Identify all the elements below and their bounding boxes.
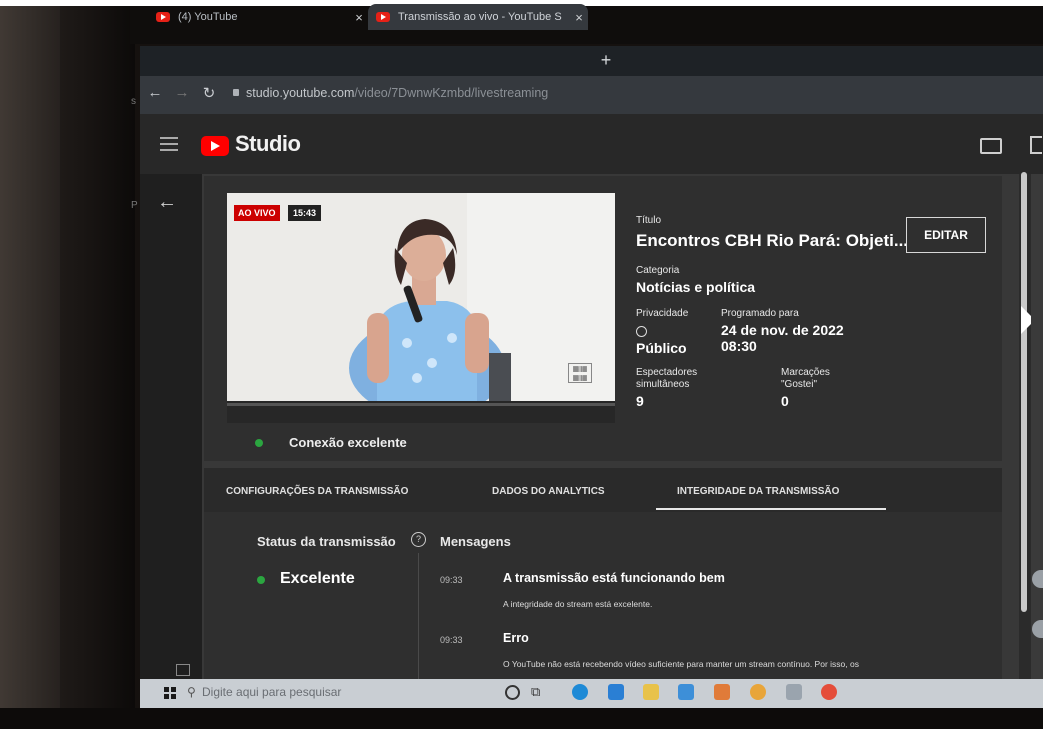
video-frame-illustration <box>227 193 615 401</box>
viewers-value: 9 <box>636 393 644 409</box>
taskbar-search-input[interactable]: Digite aqui para pesquisar <box>202 685 341 699</box>
category-label: Categoria <box>636 265 680 276</box>
feedback-icon[interactable] <box>1030 136 1042 154</box>
edge-letter: s <box>131 96 136 107</box>
browser-tab-youtube[interactable]: (4) YouTube × <box>148 4 368 30</box>
reload-icon[interactable]: ↻ <box>200 84 218 102</box>
tab-stream-health[interactable]: INTEGRIDADE DA TRANSMISSÃO <box>677 486 839 497</box>
youtube-icon <box>156 12 170 22</box>
left-sidebar <box>140 174 202 679</box>
status-value: Excelente <box>280 570 355 587</box>
edit-button[interactable]: EDITAR <box>906 217 986 253</box>
message-time: 09:33 <box>440 635 463 645</box>
messages-title: Mensagens <box>440 534 511 549</box>
url-path: /video/7DwnwKzmbd/livestreaming <box>354 86 549 100</box>
likes-label: Marcações <box>781 367 830 378</box>
message-body: O YouTube não está recebendo vídeo sufic… <box>503 659 859 669</box>
mail-icon[interactable] <box>678 684 694 700</box>
live-elapsed-time: 15:43 <box>288 205 322 221</box>
back-arrow-icon[interactable]: ← <box>146 84 164 101</box>
scheduled-time: 08:30 <box>721 338 757 354</box>
forward-arrow-icon[interactable]: → <box>173 84 191 101</box>
status-title: Status da transmissão <box>257 534 396 549</box>
viewers-label-2: simultâneos <box>636 379 690 390</box>
close-icon[interactable]: × <box>570 10 588 25</box>
privacy-value: Público <box>636 340 687 356</box>
youtube-logo-icon[interactable] <box>201 136 229 156</box>
connection-status-dot <box>255 439 263 447</box>
cortana-icon[interactable] <box>505 685 520 700</box>
background-shadow <box>0 6 60 729</box>
live-badge: AO VIVO <box>234 205 280 221</box>
viewers-label: Espectadores <box>636 367 698 378</box>
google-chrome-icon[interactable] <box>821 684 837 700</box>
office-icon[interactable] <box>714 684 730 700</box>
message-title: Erro <box>503 631 529 645</box>
url-host: studio.youtube.com <box>246 86 355 100</box>
help-icon[interactable]: ? <box>411 532 426 547</box>
privacy-label: Privacidade <box>636 308 689 319</box>
scheduled-date: 24 de nov. de 2022 <box>721 322 844 338</box>
panel-toggle-icon[interactable] <box>176 664 190 676</box>
monitor-bezel-bottom <box>0 708 1043 729</box>
scrollbar-thumb[interactable] <box>1021 172 1027 612</box>
message-title: A transmissão está funcionando bem <box>503 571 725 585</box>
message-time: 09:33 <box>440 575 463 585</box>
task-view-icon[interactable]: ⧉ <box>531 684 540 700</box>
title-value: Encontros CBH Rio Pará: Objeti... <box>636 231 909 250</box>
tab-stream-settings[interactable]: CONFIGURAÇÕES DA TRANSMISSÃO <box>226 486 408 497</box>
browser-tab-studio[interactable]: Transmissão ao vivo - YouTube S × <box>368 4 588 30</box>
seek-bar[interactable] <box>227 403 615 406</box>
store-icon[interactable] <box>608 684 624 700</box>
lock-icon <box>233 89 239 96</box>
browser-tab-bar <box>140 46 1043 76</box>
likes-value: 0 <box>781 393 789 409</box>
captions-icon[interactable] <box>980 138 1002 154</box>
message-body: A integridade do stream está excelente. <box>503 599 653 609</box>
youtube-icon <box>376 12 390 22</box>
status-dot <box>257 576 265 584</box>
scheduled-label: Programado para <box>721 308 799 319</box>
title-label: Título <box>636 215 662 226</box>
video-preview[interactable] <box>227 193 615 401</box>
back-arrow-icon[interactable]: ← <box>157 191 177 214</box>
watermark-logo-icon: ▦▦ ▦▦ <box>568 363 592 383</box>
tab-label: (4) YouTube <box>178 11 238 23</box>
connection-status-text: Conexão excelente <box>289 435 407 450</box>
url-field[interactable]: studio.youtube.com/video/7DwnwKzmbd/live… <box>246 86 548 100</box>
tab-analytics[interactable]: DADOS DO ANALYTICS <box>492 486 605 497</box>
edge-icon[interactable] <box>572 684 588 700</box>
search-icon[interactable]: ⚲ <box>187 685 196 699</box>
chat-avatar-icon[interactable] <box>1032 620 1043 638</box>
category-value: Notícias e política <box>636 279 756 295</box>
close-icon[interactable]: × <box>350 10 368 25</box>
public-globe-icon <box>636 326 647 337</box>
menu-icon[interactable] <box>160 137 178 155</box>
chat-avatar-icon[interactable] <box>1032 570 1043 588</box>
tab-label: Transmissão ao vivo - YouTube S <box>398 11 562 23</box>
windows-start-icon[interactable] <box>164 687 176 699</box>
app-icon[interactable] <box>786 684 802 700</box>
active-tab-indicator <box>656 508 886 510</box>
panel-divider <box>418 553 419 679</box>
studio-logo-text[interactable]: Studio <box>235 131 301 157</box>
file-explorer-icon[interactable] <box>643 684 659 700</box>
edge-letter: P <box>131 200 138 211</box>
chat-column <box>1031 174 1043 679</box>
new-tab-button[interactable]: + <box>596 50 616 71</box>
chrome-icon[interactable] <box>750 684 766 700</box>
likes-label-2: "Gostei" <box>781 379 818 390</box>
